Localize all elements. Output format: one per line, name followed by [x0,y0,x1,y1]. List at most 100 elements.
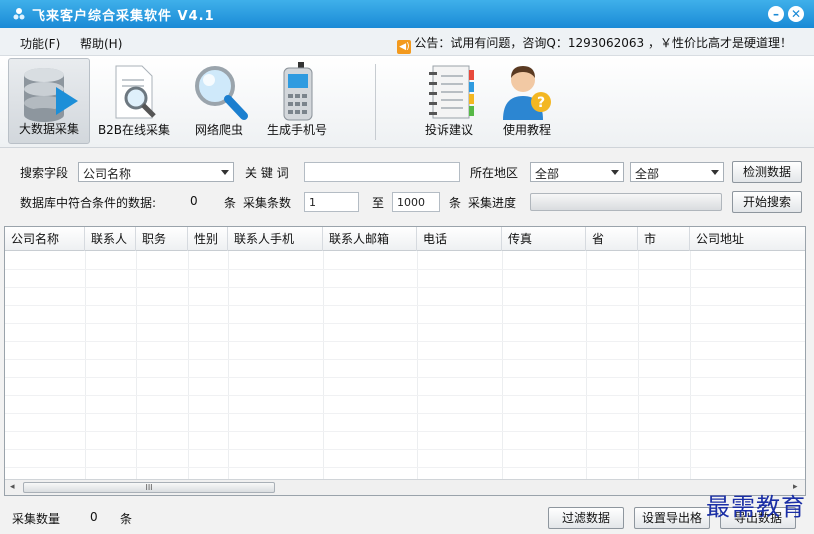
grid-row-line [5,323,805,324]
grid-column-line [690,251,691,479]
tool-label: 网络爬虫 [194,123,243,137]
grid-row-line [5,395,805,396]
tool-crawler[interactable]: 网络爬虫 [178,58,260,144]
tool-big-data[interactable]: 大数据采集 [8,58,90,144]
notebook-icon [429,65,474,119]
col-position[interactable]: 职务 [136,227,188,251]
tool-label: B2B在线采集 [97,123,171,137]
notice-text: 公告：试用有问题，咨询Q：1293062063 ，￥性价比高才是硬道理！ [414,36,792,50]
grid-column-line [228,251,229,479]
scrollbar-thumb[interactable]: III [23,482,275,493]
magnifier-icon [195,66,248,120]
tool-label: 使用教程 [502,123,551,137]
col-contact[interactable]: 联系人 [85,227,136,251]
app-icon [13,8,25,20]
collect-count-status-unit: 条 [120,512,133,526]
collect-to-input[interactable]: 1000 [392,192,440,212]
scroll-left-icon[interactable]: ◂ [10,482,15,492]
grid-row-line [5,287,805,288]
grid-column-line [85,251,86,479]
db-count-unit: 条 [224,196,237,210]
grid-row-line [5,359,805,360]
col-company-name[interactable]: 公司名称 [5,227,85,251]
toolbar-divider [375,64,376,140]
col-contact-email[interactable]: 联系人邮箱 [323,227,417,251]
grid-row-line [5,305,805,306]
search-field-label: 搜索字段 [20,166,69,180]
col-gender[interactable]: 性别 [188,227,228,251]
chevron-down-icon [711,170,719,175]
tool-label: 生成手机号 [266,123,327,137]
collect-from-input[interactable]: 1 [304,192,359,212]
tool-tutorial[interactable]: ? 使用教程 [486,58,568,144]
export-settings-button[interactable]: 设置导出格 [634,507,710,529]
grid-column-line [188,251,189,479]
window-title: 飞来客户综合采集软件 V4.1 [32,9,215,24]
close-button[interactable]: ✕ [788,6,804,22]
toolbar: 大数据采集 B2B在线采集 网络爬虫 生成手机号 投诉建议 ? 使用教程 [0,56,814,148]
grid-row-line [5,269,805,270]
collect-progress-bar [530,193,722,211]
filter-data-button[interactable]: 过滤数据 [548,507,624,529]
collect-count-status-label: 采集数量 [12,512,61,526]
col-city[interactable]: 市 [638,227,690,251]
tool-b2b[interactable]: B2B在线采集 [93,58,175,144]
grid-row-line [5,413,805,414]
grid-column-line [502,251,503,479]
database-icon [24,68,78,122]
search-panel: 搜索字段 公司名称 关 键 词 所在地区 全部 全部 检测数据 数据库中符合条件… [0,148,814,222]
region-province-value: 全部 [535,167,560,181]
speaker-icon: ◀) [397,40,412,54]
chevron-down-icon [221,170,229,175]
watermark: 最需教育 [706,493,806,521]
grid-column-line [586,251,587,479]
menu-function[interactable]: 功能(F) [20,35,60,52]
col-fax[interactable]: 传真 [502,227,586,251]
notice: ◀) 公告：试用有问题，咨询Q：1293062063 ，￥性价比高才是硬道理！ [397,34,792,54]
table-header: 公司名称 联系人 职务 性别 联系人手机 联系人邮箱 电话 传真 省 市 公司地… [5,227,805,251]
grid-column-line [323,251,324,479]
col-contact-mobile[interactable]: 联系人手机 [228,227,323,251]
grid-row-line [5,449,805,450]
start-search-button[interactable]: 开始搜索 [732,191,802,213]
grid-row-line [5,341,805,342]
svg-text:?: ? [537,95,545,111]
keyword-input[interactable] [304,162,460,182]
grid-column-line [638,251,639,479]
title-bar: 飞来客户综合采集软件 V4.1 – ✕ [0,0,814,28]
help-user-icon: ? [503,66,551,120]
tool-complaint[interactable]: 投诉建议 [408,58,490,144]
col-province[interactable]: 省 [586,227,638,251]
detect-data-button[interactable]: 检测数据 [732,161,802,183]
phone-icon [283,62,313,121]
tool-phone[interactable]: 生成手机号 [256,58,338,144]
col-phone[interactable]: 电话 [417,227,502,251]
chevron-down-icon [611,170,619,175]
db-count-value: 0 [190,194,198,208]
menu-help[interactable]: 帮助(H) [80,35,122,52]
progress-label: 采集进度 [468,196,517,210]
grid-column-line [417,251,418,479]
region-label: 所在地区 [470,166,519,180]
minimize-button[interactable]: – [768,6,784,22]
grid-row-line [5,467,805,468]
tool-label: 大数据采集 [18,122,79,136]
document-search-icon [115,65,156,119]
grid-row-line [5,431,805,432]
horizontal-scrollbar[interactable]: ◂ III ▸ [5,479,805,495]
collect-count-label: 采集条数 [243,196,292,210]
region-select-province[interactable]: 全部 [530,162,624,182]
region-select-city[interactable]: 全部 [630,162,724,182]
search-field-select[interactable]: 公司名称 [78,162,234,182]
grid-column-line [136,251,137,479]
col-company-address[interactable]: 公司地址 [690,227,805,251]
db-count-label: 数据库中符合条件的数据: [20,196,157,210]
collect-unit: 条 [449,196,462,210]
keyword-label: 关 键 词 [245,166,289,180]
grid-row-line [5,377,805,378]
status-bar: 采集数量 0 条 过滤数据 设置导出格 导出数据 [0,498,814,534]
menu-bar: 功能(F) 帮助(H) ◀) 公告：试用有问题，咨询Q：1293062063 ，￥… [0,28,814,56]
range-to-label: 至 [372,196,385,210]
results-table[interactable]: 公司名称 联系人 职务 性别 联系人手机 联系人邮箱 电话 传真 省 市 公司地… [4,226,806,496]
collect-count-status-value: 0 [90,510,98,524]
